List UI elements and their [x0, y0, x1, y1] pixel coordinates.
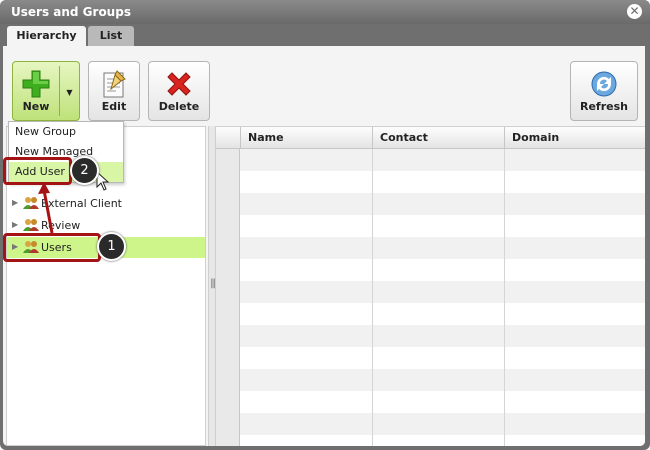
callout-badge-1: 1 [97, 232, 126, 261]
callout-badge-2: 2 [70, 156, 99, 185]
callout-arrow [38, 170, 110, 234]
users-and-groups-window: Users and Groups ✕ Hierarchy List New ▼ [0, 0, 650, 450]
